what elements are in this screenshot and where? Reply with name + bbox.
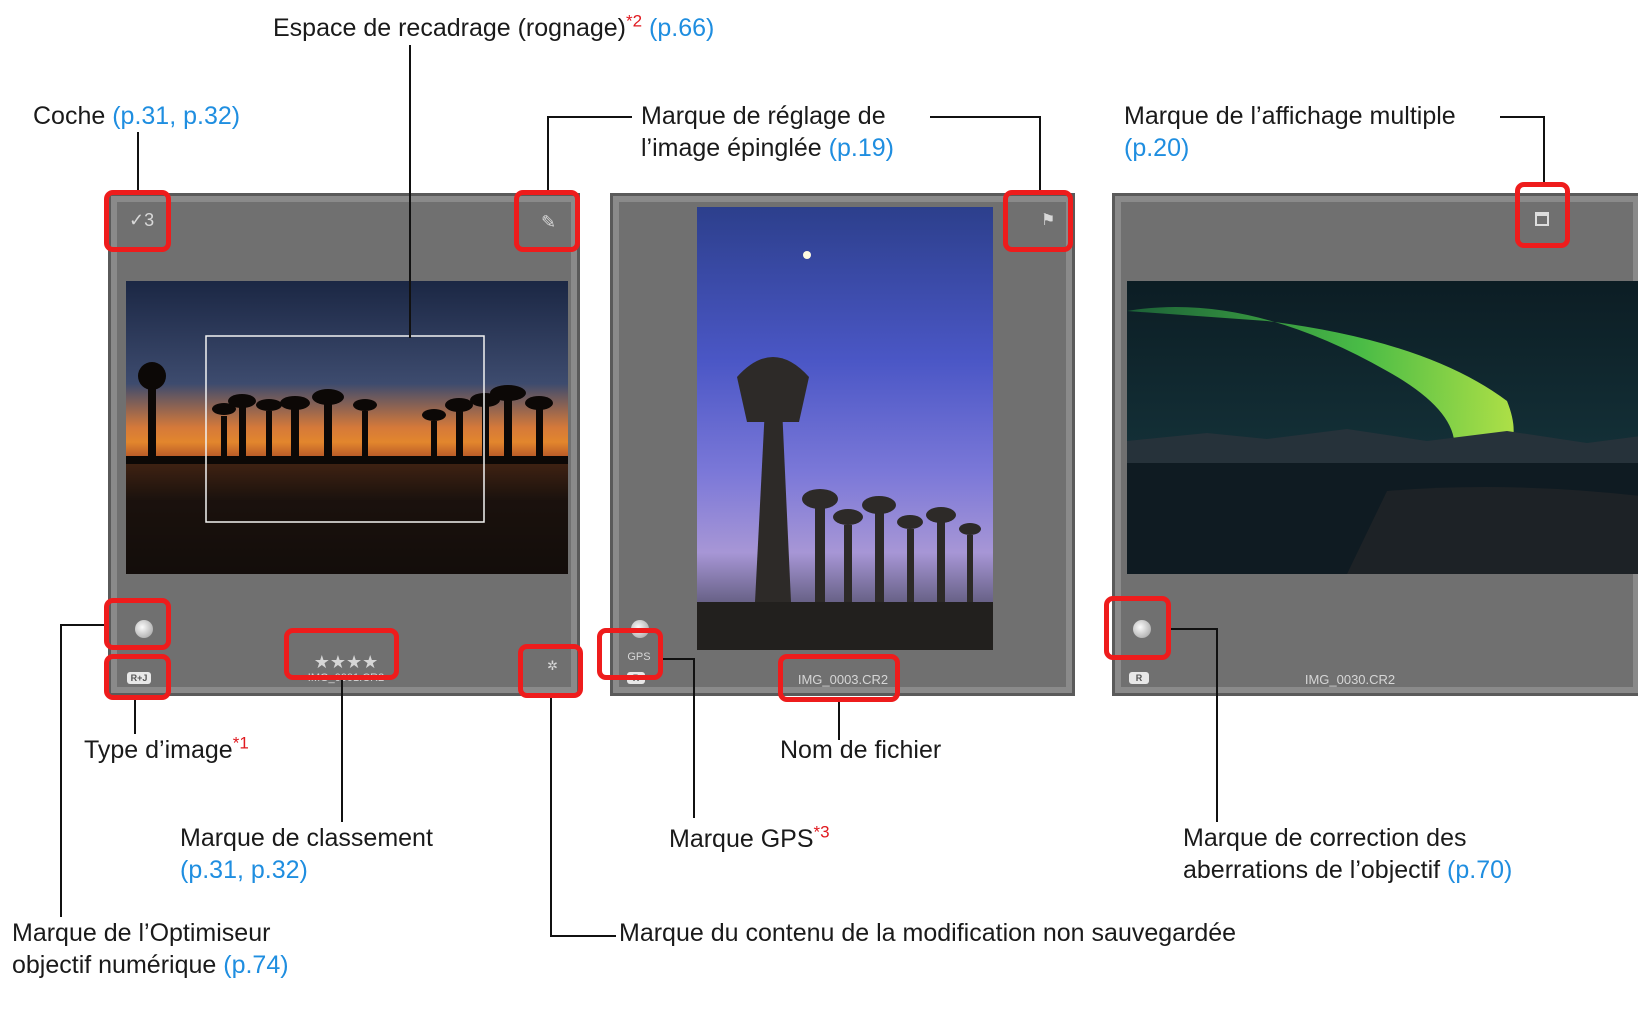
callout-text: Marque du contenu de la modification non… bbox=[619, 919, 1237, 947]
leader-crop bbox=[409, 45, 411, 338]
callout-type: Type d’image*1 bbox=[84, 734, 249, 766]
callout-rating: Marque de classement (p.31, p.32) bbox=[180, 822, 433, 886]
callout-text: Coche bbox=[33, 102, 106, 130]
page-ref-link[interactable]: (p.66) bbox=[649, 14, 714, 42]
leader-gps-v bbox=[693, 658, 695, 818]
callout-text: l’image épinglée bbox=[641, 134, 822, 162]
callout-dlo: Marque de l’Optimiseur objectif numériqu… bbox=[12, 917, 289, 981]
page-ref-link[interactable]: (p.70) bbox=[1447, 856, 1512, 884]
baobab-night-photo bbox=[697, 207, 993, 650]
leader-lens-v bbox=[1216, 628, 1218, 822]
highlight-type bbox=[104, 654, 171, 700]
callout-pin: Marque de réglage de l’image épinglée (p… bbox=[641, 100, 894, 164]
callout-text: Nom de fichier bbox=[780, 736, 942, 764]
leader-pin-h bbox=[547, 116, 632, 118]
footnote-mark: *3 bbox=[813, 822, 830, 842]
highlight-pin bbox=[514, 190, 580, 252]
highlight-flag bbox=[1003, 190, 1073, 252]
leader-pin-v bbox=[547, 116, 549, 190]
callout-text: objectif numérique bbox=[12, 951, 217, 979]
page-ref-link[interactable]: (p.19) bbox=[829, 134, 894, 162]
highlight-unsaved bbox=[518, 644, 583, 698]
callout-text: Marque de réglage de bbox=[641, 102, 886, 130]
highlight-check bbox=[104, 190, 171, 252]
callout-filename: Nom de fichier bbox=[780, 734, 941, 766]
highlight-dlo bbox=[104, 598, 171, 650]
leader-unsaved-v bbox=[550, 698, 552, 936]
leader-lens-h bbox=[1171, 628, 1218, 630]
leader-flag-h bbox=[930, 116, 1040, 118]
page-ref-link[interactable]: (p.20) bbox=[1124, 132, 1456, 164]
callout-text: Marque de l’Optimiseur bbox=[12, 919, 271, 947]
leader-dlo-v bbox=[60, 624, 62, 917]
highlight-lens bbox=[1104, 596, 1171, 660]
highlight-gps bbox=[597, 628, 663, 680]
leader-gps-h bbox=[663, 658, 695, 660]
page-ref-link[interactable]: (p.74) bbox=[223, 951, 288, 979]
callout-unsaved: Marque du contenu de la modification non… bbox=[619, 917, 1236, 949]
leader-dlo-h bbox=[60, 624, 104, 626]
page-ref-link[interactable]: (p.31, p.32) bbox=[112, 102, 240, 130]
aurora-photo bbox=[1127, 281, 1638, 574]
leader-filename bbox=[838, 702, 840, 740]
highlight-multi bbox=[1515, 182, 1570, 248]
leader-multi-v bbox=[1543, 116, 1545, 182]
baobab-sunset-photo bbox=[126, 281, 568, 574]
callout-aberrations: Marque de correction des aberrations de … bbox=[1183, 822, 1512, 886]
callout-check: Coche (p.31, p.32) bbox=[33, 100, 240, 132]
callout-crop: Espace de recadrage (rognage)*2 (p.66) bbox=[273, 12, 714, 44]
thumbnail-1[interactable]: ✓3 ✎ R+J ★★★★ IMG_0001.CR2 ✲ bbox=[108, 193, 580, 696]
leader-unsaved-h bbox=[550, 935, 616, 937]
page-ref-link[interactable]: (p.31, p.32) bbox=[180, 854, 433, 886]
thumbnail-3[interactable]: R IMG_0030.CR2 bbox=[1112, 193, 1638, 696]
image-type-badge: R bbox=[1129, 672, 1149, 684]
callout-text: Marque de correction des bbox=[1183, 824, 1467, 852]
leader-rating bbox=[341, 680, 343, 822]
highlight-rating bbox=[284, 628, 399, 680]
callout-gps: Marque GPS*3 bbox=[669, 823, 830, 855]
callout-text: Marque de l’affichage multiple bbox=[1124, 102, 1456, 130]
footnote-mark: *1 bbox=[232, 733, 249, 753]
thumbnail-2[interactable]: ⚑ GPS R IMG_0003.CR2 bbox=[610, 193, 1075, 696]
leader-flag-v bbox=[1039, 116, 1041, 190]
footnote-mark: *2 bbox=[626, 11, 643, 31]
callout-text: Marque GPS bbox=[669, 825, 814, 853]
highlight-filename bbox=[778, 654, 900, 702]
callout-multi: Marque de l’affichage multiple (p.20) bbox=[1124, 100, 1456, 164]
callout-text: Marque de classement bbox=[180, 824, 433, 852]
callout-text: aberrations de l’objectif bbox=[1183, 856, 1441, 884]
leader-check bbox=[137, 132, 139, 190]
file-name: IMG_0030.CR2 bbox=[1304, 672, 1396, 687]
callout-text: Espace de recadrage (rognage) bbox=[273, 14, 627, 42]
leader-type bbox=[134, 700, 136, 734]
callout-text: Type d’image bbox=[84, 736, 233, 764]
leader-multi-h bbox=[1500, 116, 1545, 118]
